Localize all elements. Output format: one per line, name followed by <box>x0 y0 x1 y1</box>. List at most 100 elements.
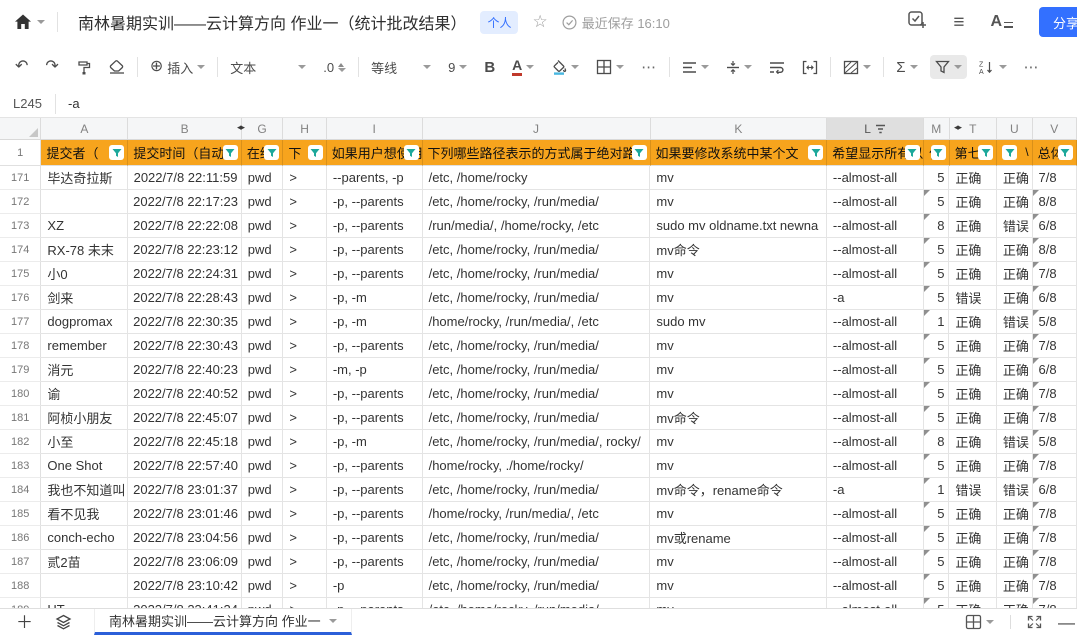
grid-cell-G174[interactable]: pwd <box>242 238 284 262</box>
grid-cell-H180[interactable]: > <box>283 382 327 406</box>
grid-cell-M180[interactable]: 5 <box>924 382 950 406</box>
filter-icon[interactable] <box>632 145 647 160</box>
grid-cell-L174[interactable]: --almost-all <box>827 238 924 262</box>
filter-icon[interactable] <box>808 145 823 160</box>
grid-cell-K181[interactable]: mv命令 <box>650 406 827 430</box>
star-icon[interactable]: ☆ <box>532 12 547 32</box>
grid-cell-A181[interactable]: 阿桢小朋友 <box>41 406 128 430</box>
grid-cell-H179[interactable]: > <box>283 358 327 382</box>
grid-cell-A189[interactable]: HT <box>41 598 128 608</box>
grid-cell-I171[interactable]: --parents, -p <box>327 166 423 190</box>
grid-cell-H177[interactable]: > <box>283 310 327 334</box>
question-header-cell-T[interactable]: 第七 <box>950 140 997 166</box>
grid-cell-M182[interactable]: 8 <box>924 430 950 454</box>
grid-cell-G186[interactable]: pwd <box>242 526 284 550</box>
add-sheet-button[interactable]: ＋ <box>16 614 33 631</box>
grid-cell-I173[interactable]: -p, --parents <box>327 214 423 238</box>
select-all-corner[interactable] <box>0 118 41 139</box>
grid-cell-J172[interactable]: /etc, /home/rocky, /run/media/ <box>423 190 651 214</box>
row-number[interactable]: 178 <box>0 334 41 358</box>
grid-cell-B184[interactable]: 2022/7/8 23:01:37 <box>128 478 241 502</box>
grid-cell-J185[interactable]: /home/rocky, /run/media/, /etc <box>423 502 651 526</box>
grid-cell-U188[interactable]: 正确 <box>997 574 1033 598</box>
grid-cell-B183[interactable]: 2022/7/8 22:57:40 <box>128 454 241 478</box>
question-header-cell-K[interactable]: 如果要修改系统中某个文 <box>651 140 828 166</box>
grid-cell-V185[interactable]: 7/8 <box>1033 502 1077 526</box>
grid-cell-I178[interactable]: -p, --parents <box>327 334 423 358</box>
filter-icon[interactable] <box>931 145 946 160</box>
row-number[interactable]: 174 <box>0 238 41 262</box>
grid-cell-J171[interactable]: /etc, /home/rocky <box>423 166 651 190</box>
grid-cell-L187[interactable]: --almost-all <box>827 550 924 574</box>
grid-cell-M181[interactable]: 5 <box>924 406 950 430</box>
menu-icon[interactable]: ≡ <box>953 13 964 32</box>
grid-cell-K183[interactable]: mv <box>650 454 827 478</box>
grid-cell-K185[interactable]: mv <box>650 502 827 526</box>
grid-cell-M189[interactable]: 5 <box>924 598 950 608</box>
question-header-cell-B[interactable]: 提交时间（自动） <box>128 140 242 166</box>
font-size-dropdown[interactable]: 9 <box>443 55 472 80</box>
grid-cell-L176[interactable]: -a <box>827 286 924 310</box>
grid-cell-M176[interactable]: 5 <box>924 286 950 310</box>
grid-cell-V187[interactable]: 7/8 <box>1033 550 1077 574</box>
column-header-G[interactable]: G <box>242 118 283 139</box>
grid-cell-V171[interactable]: 7/8 <box>1033 166 1077 190</box>
grid-cell-V189[interactable]: 7/8 <box>1033 598 1077 608</box>
grid-cell-G181[interactable]: pwd <box>242 406 284 430</box>
grid-cell-J182[interactable]: /etc, /home/rocky, /run/media/, rocky/ <box>423 430 651 454</box>
grid-cell-G173[interactable]: pwd <box>242 214 284 238</box>
grid-cell-U173[interactable]: 错误 <box>997 214 1033 238</box>
grid-cell-B178[interactable]: 2022/7/8 22:30:43 <box>128 334 241 358</box>
row-number[interactable]: 183 <box>0 454 41 478</box>
grid-cell-L181[interactable]: --almost-all <box>827 406 924 430</box>
grid-cell-H187[interactable]: > <box>283 550 327 574</box>
grid-cell-I185[interactable]: -p, --parents <box>327 502 423 526</box>
grid-cell-J183[interactable]: /home/rocky, ./home/rocky/ <box>423 454 651 478</box>
grid-cell-A179[interactable]: 消元 <box>41 358 128 382</box>
grid-cell-G172[interactable]: pwd <box>242 190 284 214</box>
grid-cell-I184[interactable]: -p, --parents <box>327 478 423 502</box>
grid-cell-V186[interactable]: 7/8 <box>1033 526 1077 550</box>
grid-cell-A178[interactable]: remember <box>41 334 128 358</box>
grid-cell-M185[interactable]: 5 <box>924 502 950 526</box>
grid-cell-V175[interactable]: 7/8 <box>1033 262 1077 286</box>
grid-cell-U174[interactable]: 正确 <box>997 238 1033 262</box>
grid-cell-T173[interactable]: 正确 <box>949 214 996 238</box>
row-number[interactable]: 180 <box>0 382 41 406</box>
grid-cell-M186[interactable]: 5 <box>924 526 950 550</box>
grid-cell-I183[interactable]: -p, --parents <box>327 454 423 478</box>
grid-cell-K176[interactable]: mv <box>650 286 827 310</box>
grid-cell-K177[interactable]: sudo mv <box>650 310 827 334</box>
column-header-M[interactable]: M <box>924 118 950 139</box>
column-header-V[interactable]: V <box>1033 118 1077 139</box>
filter-button[interactable] <box>930 55 967 79</box>
grid-cell-B171[interactable]: 2022/7/8 22:11:59 <box>128 166 241 190</box>
row-number[interactable]: 172 <box>0 190 41 214</box>
grid-cell-B181[interactable]: 2022/7/8 22:45:07 <box>128 406 241 430</box>
active-sheet-tab[interactable]: 南林暑期实训——云计算方向 作业一 <box>94 609 352 635</box>
grid-cell-B176[interactable]: 2022/7/8 22:28:43 <box>128 286 241 310</box>
grid-cell-G177[interactable]: pwd <box>242 310 284 334</box>
grid-cell-M171[interactable]: 5 <box>924 166 950 190</box>
eraser-button[interactable] <box>104 55 130 79</box>
grid-cell-B173[interactable]: 2022/7/8 22:22:08 <box>128 214 241 238</box>
grid-cell-T186[interactable]: 正确 <box>949 526 996 550</box>
grid-cell-A188[interactable] <box>41 574 128 598</box>
column-header-A[interactable]: A <box>41 118 128 139</box>
grid-cell-M172[interactable]: 5 <box>924 190 950 214</box>
filter-icon[interactable] <box>264 145 279 160</box>
grid-cell-I188[interactable]: -p <box>327 574 423 598</box>
grid-cell-G188[interactable]: pwd <box>242 574 284 598</box>
task-add-icon[interactable] <box>907 10 927 35</box>
row-number[interactable]: 177 <box>0 310 41 334</box>
grid-cell-T175[interactable]: 正确 <box>949 262 996 286</box>
hidden-columns-marker[interactable]: ◂▸ <box>954 122 961 133</box>
grid-cell-T182[interactable]: 正确 <box>949 430 996 454</box>
grid-cell-U187[interactable]: 正确 <box>997 550 1033 574</box>
grid-cell-B174[interactable]: 2022/7/8 22:23:12 <box>128 238 241 262</box>
question-header-cell-A[interactable]: 提交者（ <box>41 140 128 166</box>
grid-cell-H185[interactable]: > <box>283 502 327 526</box>
column-header-L[interactable]: L <box>827 118 924 139</box>
grid-cell-G180[interactable]: pwd <box>242 382 284 406</box>
grid-cell-L188[interactable]: --almost-all <box>827 574 924 598</box>
